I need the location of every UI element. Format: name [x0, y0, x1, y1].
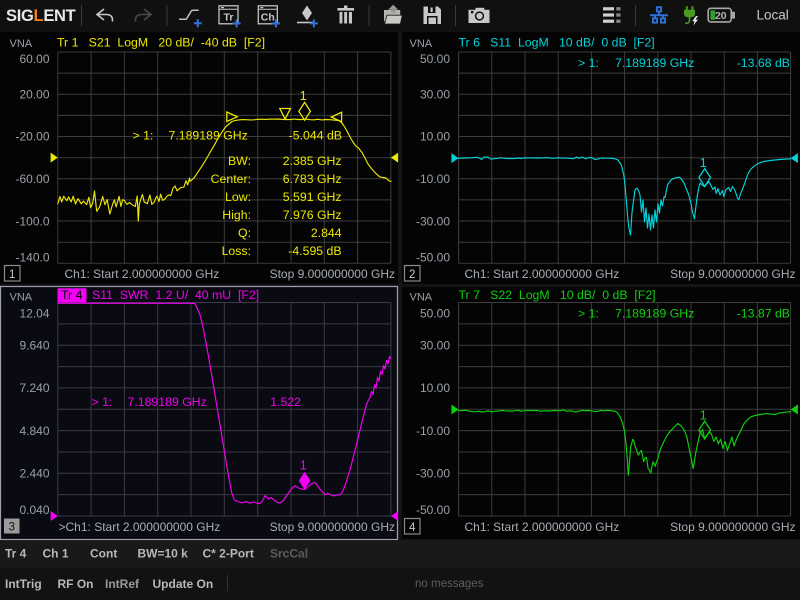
svg-text:Low:: Low:: [225, 190, 251, 204]
svg-text:Ch: Ch: [261, 12, 275, 24]
svg-text:Stop 9.000000000 GHz: Stop 9.000000000 GHz: [670, 520, 795, 534]
svg-text:-5.044 dB: -5.044 dB: [289, 129, 342, 143]
svg-text:4.840: 4.840: [19, 424, 49, 438]
svg-text:> 1:: > 1:: [578, 307, 599, 321]
svg-text:4: 4: [409, 522, 416, 534]
svg-text:High:: High:: [222, 208, 251, 222]
svg-text:9.640: 9.640: [19, 338, 49, 352]
svg-text:3: 3: [9, 522, 15, 534]
svg-text:> 1:: > 1:: [92, 395, 113, 409]
svg-text:10.00: 10.00: [420, 381, 450, 395]
svg-text:-13.68 dB: -13.68 dB: [737, 56, 790, 70]
svg-text:1: 1: [300, 458, 307, 473]
svg-text:2: 2: [409, 269, 415, 281]
svg-text:>Ch1: Start 2.000000000 GHz: >Ch1: Start 2.000000000 GHz: [59, 520, 221, 534]
svg-text:VNA: VNA: [10, 38, 33, 50]
svg-text:Stop 9.000000000 GHz: Stop 9.000000000 GHz: [270, 520, 395, 534]
svg-text:-140.0: -140.0: [15, 251, 49, 265]
svg-text:C* 2-Port: C* 2-Port: [203, 547, 254, 561]
svg-text:30.00: 30.00: [420, 88, 450, 102]
svg-text:1: 1: [300, 88, 307, 103]
svg-text:-50.00: -50.00: [416, 503, 450, 517]
svg-text:Tr: Tr: [224, 12, 234, 24]
svg-text:7.189189 GHz: 7.189189 GHz: [615, 56, 694, 70]
svg-text:-60.00: -60.00: [15, 172, 49, 186]
svg-text:Ch1: Start 2.000000000 GHz: Ch1: Start 2.000000000 GHz: [465, 520, 620, 534]
svg-text:no messages: no messages: [415, 578, 484, 590]
svg-text:Loss:: Loss:: [222, 244, 251, 258]
svg-text:30.00: 30.00: [420, 338, 450, 352]
svg-text:Tr 1 S21 LogM 20 dB/ -40: Tr 1 S21 LogM 20 dB/ -40 dB [F2]: [57, 35, 265, 49]
svg-text:-10.00: -10.00: [416, 172, 450, 186]
svg-text:1: 1: [9, 269, 15, 281]
svg-text:7.976 GHz: 7.976 GHz: [283, 208, 342, 222]
svg-text:-30.00: -30.00: [416, 214, 450, 228]
svg-text:6.783 GHz: 6.783 GHz: [283, 172, 342, 186]
svg-text:Cont: Cont: [90, 547, 117, 561]
svg-text:1.522: 1.522: [270, 395, 301, 409]
svg-text:1: 1: [700, 407, 707, 422]
svg-text:Local: Local: [757, 7, 789, 22]
svg-text:Tr 4: Tr 4: [61, 288, 83, 302]
svg-text:> 1:: > 1:: [133, 129, 154, 143]
svg-text:SIGLENT: SIGLENT: [6, 7, 76, 25]
svg-text:RF On: RF On: [58, 577, 94, 591]
svg-text:Tr 7 S22 LogM 10 dB/ 0 d: Tr 7 S22 LogM 10 dB/ 0 dB [F2]: [459, 288, 656, 302]
svg-text:2.385 GHz: 2.385 GHz: [283, 154, 342, 168]
svg-text:7.189189 GHz: 7.189189 GHz: [128, 395, 207, 409]
svg-text:2.844: 2.844: [311, 226, 342, 240]
svg-text:VNA: VNA: [410, 291, 433, 303]
svg-text:-100.0: -100.0: [15, 214, 49, 228]
svg-text:7.189189 GHz: 7.189189 GHz: [169, 129, 248, 143]
svg-text:BW=10 k: BW=10 k: [138, 547, 189, 561]
svg-text:50.00: 50.00: [420, 306, 450, 320]
svg-text:1: 1: [700, 155, 707, 170]
svg-text:-30.00: -30.00: [416, 467, 450, 481]
svg-text:60.00: 60.00: [19, 52, 49, 66]
svg-text:Q:: Q:: [238, 226, 251, 240]
svg-text:10.00: 10.00: [420, 130, 450, 144]
svg-text:> 1:: > 1:: [578, 56, 599, 70]
svg-text:IntRef: IntRef: [105, 577, 140, 591]
svg-text:Stop 9.000000000 GHz: Stop 9.000000000 GHz: [270, 267, 395, 281]
svg-text:Tr 4: Tr 4: [5, 547, 27, 561]
svg-text:BW:: BW:: [228, 154, 251, 168]
svg-text:50.00: 50.00: [420, 52, 450, 66]
svg-text:-13.87 dB: -13.87 dB: [737, 307, 790, 321]
svg-text:Tr 6 S11 LogM 10 dB/ 0 d: Tr 6 S11 LogM 10 dB/ 0 dB [F2]: [459, 35, 655, 49]
svg-text:S11 SWR 1.2 U/ 40 mU [F2]: S11 SWR 1.2 U/ 40 mU [F2]: [92, 288, 259, 302]
svg-text:-10.00: -10.00: [416, 424, 450, 438]
svg-text:-50.00: -50.00: [416, 251, 450, 265]
svg-text:Center:: Center:: [211, 172, 251, 186]
svg-text:-20.00: -20.00: [15, 130, 49, 144]
svg-text:20: 20: [715, 10, 727, 22]
svg-text:2.440: 2.440: [19, 467, 49, 481]
svg-text:Stop 9.000000000 GHz: Stop 9.000000000 GHz: [670, 267, 795, 281]
svg-text:Ch1: Start 2.000000000 GHz: Ch1: Start 2.000000000 GHz: [65, 267, 220, 281]
svg-text:Update On: Update On: [153, 577, 214, 591]
svg-text:12.04: 12.04: [19, 306, 49, 320]
svg-text:IntTrig: IntTrig: [5, 577, 42, 591]
svg-text:-4.595 dB: -4.595 dB: [288, 244, 341, 258]
svg-text:7.240: 7.240: [19, 381, 49, 395]
svg-text:20.00: 20.00: [19, 88, 49, 102]
svg-text:Ch1: Start 2.000000000 GHz: Ch1: Start 2.000000000 GHz: [465, 267, 620, 281]
svg-text:SrcCal: SrcCal: [270, 547, 308, 561]
svg-text:Ch 1: Ch 1: [43, 547, 69, 561]
svg-text:5.591 GHz: 5.591 GHz: [283, 190, 342, 204]
svg-text:VNA: VNA: [10, 291, 33, 303]
svg-text:0.040: 0.040: [19, 503, 49, 517]
svg-text:7.189189 GHz: 7.189189 GHz: [615, 307, 694, 321]
svg-text:VNA: VNA: [410, 38, 433, 50]
